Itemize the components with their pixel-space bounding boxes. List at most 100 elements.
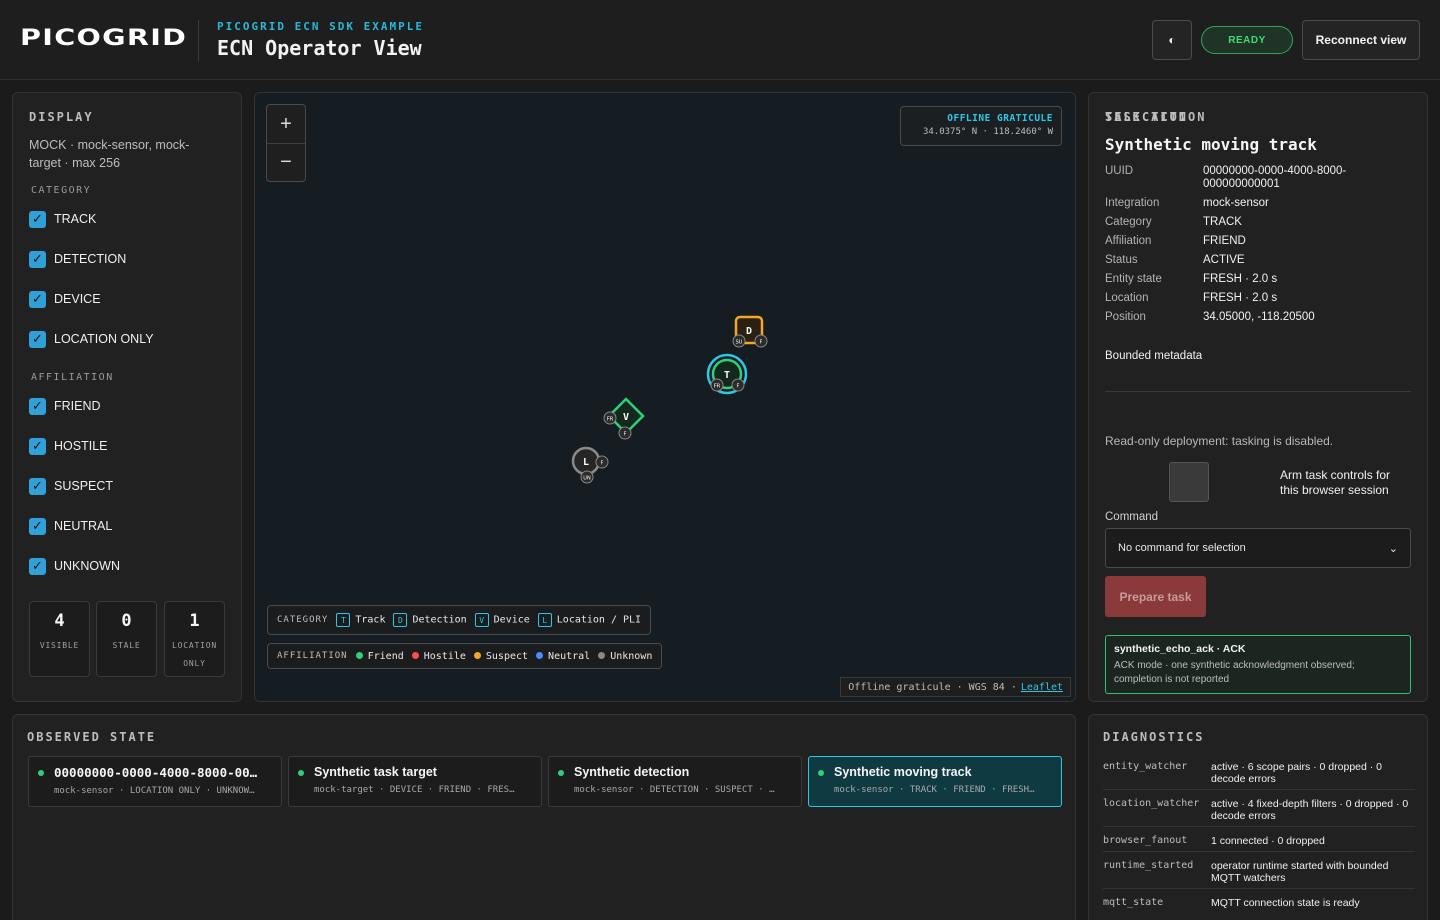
status-badge: READY: [1201, 26, 1293, 54]
svg-text:T: T: [724, 370, 730, 381]
stat-location-only: 1 LOCATION ONLY: [164, 601, 225, 677]
suspect-dot-icon: [473, 652, 481, 659]
command-label: Command: [1105, 511, 1159, 523]
diag-row-entity-watcher: entity_watcher active · 6 scope pairs · 0…: [1103, 761, 1415, 790]
svg-text:F: F: [601, 461, 604, 467]
checkbox-checked-icon[interactable]: ✓: [29, 557, 46, 575]
svg-text:UN: UN: [583, 476, 591, 482]
divider: [1105, 391, 1411, 392]
filter-affiliation-friend[interactable]: ✓ FRIEND: [29, 396, 101, 416]
theme-toggle-button[interactable]: ◐: [1152, 20, 1192, 60]
legend-item-track: T Track: [336, 613, 385, 627]
friend-dot-icon: [355, 652, 363, 659]
legend-item-location: L Location / PLI: [537, 613, 641, 627]
svg-text:L: L: [583, 457, 589, 468]
affiliation-legend: AFFILIATION Friend Hostile Suspect Neutr…: [267, 643, 663, 669]
field-location: Location FRESH · 2.0 s: [1105, 292, 1278, 304]
svg-text:FR: FR: [607, 417, 614, 423]
command-select[interactable]: No command for selection ⌄: [1105, 528, 1411, 568]
status-dot-icon: [298, 770, 304, 776]
legend-item-hostile: Hostile: [411, 651, 466, 662]
filter-affiliation-suspect[interactable]: ✓ SUSPECT: [29, 476, 113, 496]
checkbox-checked-icon[interactable]: ✓: [29, 250, 46, 268]
hostile-dot-icon: [411, 652, 419, 659]
field-affiliation: Affiliation FRIEND: [1105, 235, 1246, 247]
checkbox-checked-icon[interactable]: ✓: [29, 330, 46, 348]
task-readonly-note: Read-only deployment: tasking is disable…: [1105, 434, 1334, 448]
display-panel: DISPLAY MOCK · mock-sensor, mock-target …: [12, 92, 242, 702]
arm-task-label: Arm task controls for this browser sessi…: [1280, 468, 1391, 497]
half-circle-icon: ◐: [1168, 33, 1176, 47]
field-uuid: UUID 00000000-0000-4000-8000-000000000001: [1105, 165, 1347, 190]
filter-affiliation-unknown[interactable]: ✓ UNKNOWN: [29, 556, 120, 576]
picogrid-logo: PICOGRID: [20, 26, 188, 51]
checkbox-checked-icon[interactable]: ✓: [29, 437, 46, 455]
unknown-dot-icon: [598, 652, 606, 659]
legend-item-friend: Friend: [355, 651, 404, 662]
prepare-task-button[interactable]: Prepare task: [1105, 576, 1206, 617]
checkbox-checked-icon[interactable]: ✓: [29, 397, 46, 415]
diag-row-browser-fanout: browser_fanout 1 connected · 0 dropped: [1103, 835, 1415, 852]
svg-text:F: F: [737, 384, 740, 390]
bounded-metadata-toggle[interactable]: Bounded metadata: [1105, 350, 1202, 362]
page-title: ECN Operator View: [217, 36, 422, 60]
checkbox-checked-icon[interactable]: ✓: [29, 290, 46, 308]
checkbox-checked-icon[interactable]: ✓: [29, 477, 46, 495]
display-title: DISPLAY: [29, 110, 94, 124]
filter-category-detection[interactable]: ✓ DETECTION: [29, 249, 126, 269]
entity-card[interactable]: Synthetic task target mock-target · DEVI…: [288, 756, 542, 807]
entity-card[interactable]: 00000000-0000-4000-8000-00… mock-sensor …: [28, 756, 282, 807]
map-marker-device[interactable]: V FR F: [603, 397, 645, 440]
entity-card-selected[interactable]: Synthetic moving track mock-sensor · TRA…: [808, 756, 1062, 807]
ack-status-box: synthetic_echo_ack · ACK ACK mode · one …: [1105, 635, 1411, 694]
header-divider: [198, 20, 199, 62]
legend-item-neutral: Neutral: [536, 651, 590, 662]
diag-row-runtime-started: runtime_started operator runtime started …: [1103, 860, 1415, 889]
map-view[interactable]: + − OFFLINE GRATICULE 34.0375° N · 118.2…: [254, 92, 1076, 702]
checkbox-checked-icon[interactable]: ✓: [29, 517, 46, 535]
legend-item-unknown: Unknown: [598, 651, 652, 662]
filter-category-track[interactable]: ✓ TRACK: [29, 209, 96, 229]
header-subtitle: PICOGRID ECN SDK EXAMPLE: [217, 20, 424, 33]
status-dot-icon: [558, 770, 564, 776]
observed-state-panel: OBSERVED STATE 00000000-0000-4000-8000-0…: [12, 714, 1076, 920]
arm-task-toggle[interactable]: [1169, 462, 1209, 502]
affiliation-label: AFFILIATION: [31, 372, 114, 383]
category-label: CATEGORY: [31, 185, 92, 196]
entity-card[interactable]: Synthetic detection mock-sensor · DETECT…: [548, 756, 802, 807]
reconnect-view-button[interactable]: Reconnect view: [1302, 20, 1420, 60]
selection-panel: SELECTION Synthetic moving track UUID 000…: [1088, 92, 1428, 702]
svg-text:D: D: [746, 326, 752, 337]
svg-text:F: F: [760, 340, 763, 346]
field-category: Category TRACK: [1105, 216, 1242, 228]
svg-text:V: V: [623, 412, 629, 423]
map-marker-detection[interactable]: D SU F: [732, 315, 768, 348]
svg-text:FR: FR: [714, 384, 721, 390]
leaflet-link[interactable]: Leaflet: [1021, 682, 1063, 693]
diagnostics-panel: DIAGNOSTICS entity_watcher active · 6 sco…: [1088, 714, 1428, 920]
filter-category-device[interactable]: ✓ DEVICE: [29, 289, 101, 309]
chevron-down-icon: ⌄: [1388, 542, 1398, 555]
diagnostics-title: DIAGNOSTICS: [1103, 730, 1205, 744]
neutral-dot-icon: [536, 652, 544, 659]
map-marker-track[interactable]: T FR F: [706, 353, 748, 395]
field-integration: Integration mock-sensor: [1105, 197, 1269, 209]
diag-row-mqtt-state: mqtt_state MQTT connection state is ready: [1103, 897, 1360, 909]
app-header: PICOGRID PICOGRID ECN SDK EXAMPLE ECN Op…: [0, 0, 1440, 80]
legend-item-detection: D Detection: [393, 613, 467, 627]
diag-row-location-watcher: location_watcher active · 4 fixed-depth f…: [1103, 798, 1415, 827]
map-marker-location[interactable]: L F UN: [571, 446, 609, 484]
field-status: Status ACTIVE: [1105, 254, 1245, 266]
svg-text:F: F: [624, 432, 627, 438]
checkbox-checked-icon[interactable]: ✓: [29, 210, 46, 228]
task-action-title: TASK ACTION: [1105, 110, 1207, 124]
field-position: Position 34.05000, -118.20500: [1105, 311, 1315, 323]
selected-entity-name: Synthetic moving track: [1105, 135, 1317, 154]
display-summary: MOCK · mock-sensor, mock-target · max 25…: [29, 138, 190, 170]
stat-stale: 0 STALE: [96, 601, 157, 677]
filter-category-location-only[interactable]: ✓ LOCATION ONLY: [29, 329, 154, 349]
legend-item-device: V Device: [474, 613, 530, 627]
filter-affiliation-hostile[interactable]: ✓ HOSTILE: [29, 436, 108, 456]
status-dot-icon: [818, 770, 824, 776]
filter-affiliation-neutral[interactable]: ✓ NEUTRAL: [29, 516, 112, 536]
